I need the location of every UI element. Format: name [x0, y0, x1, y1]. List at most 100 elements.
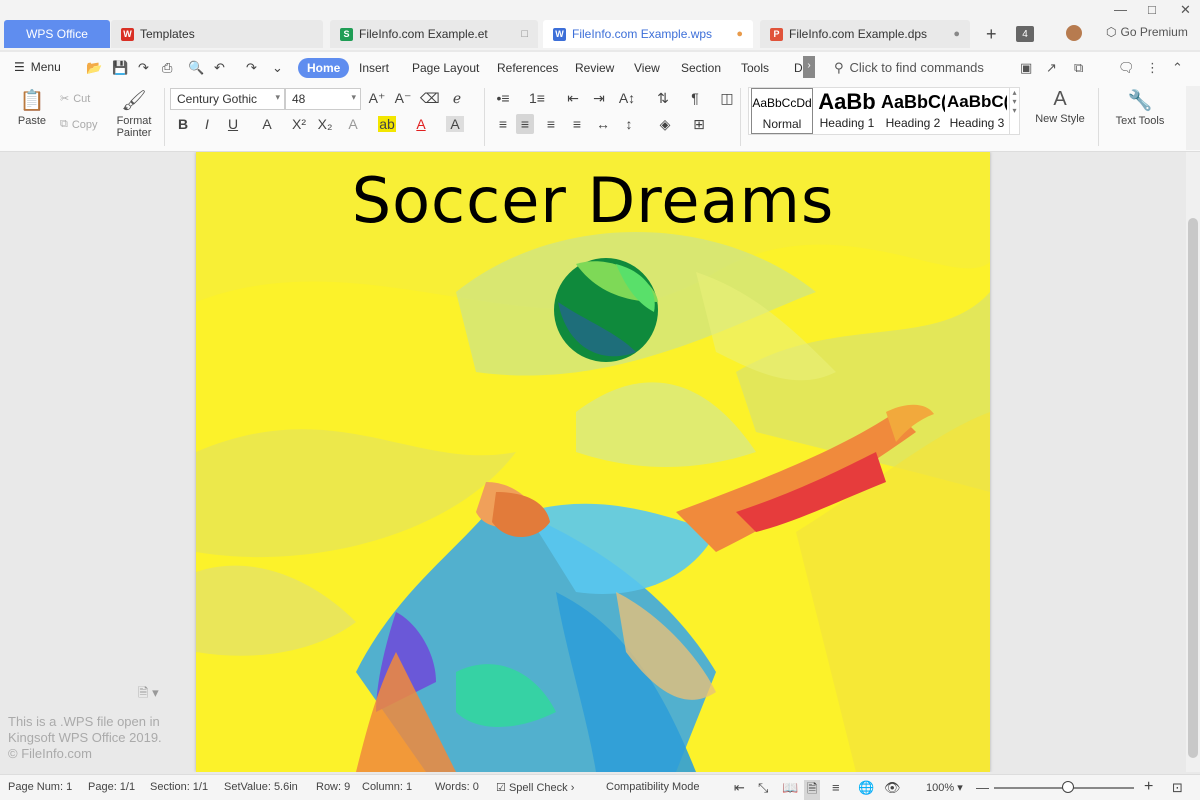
export-icon[interactable]: ⧉ [1074, 60, 1083, 76]
status-words[interactable]: Words: 0 [435, 781, 479, 793]
show-marks-icon[interactable]: ¶ [686, 90, 704, 106]
more-icon[interactable]: ⌄ [272, 60, 283, 76]
collapse-ribbon-icon[interactable]: ⌃ [1172, 60, 1183, 76]
tab-page-layout[interactable]: Page Layout [403, 58, 488, 78]
reading-view-icon[interactable]: 📖 [782, 780, 798, 796]
web-view-icon[interactable]: 🌐 [858, 780, 874, 796]
superscript-icon[interactable]: X² [290, 116, 308, 132]
redo-icon[interactable]: ↷ [246, 60, 257, 76]
shrink-font-icon[interactable]: A⁻ [394, 90, 412, 107]
bold-icon[interactable]: B [174, 116, 192, 132]
style-normal[interactable]: AaBbCcDd Normal [751, 88, 813, 134]
status-section[interactable]: Section: 1/1 [150, 781, 208, 793]
font-color-icon[interactable]: A [412, 116, 430, 132]
italic-icon[interactable]: I [198, 116, 216, 132]
tab-templates[interactable]: W Templates [111, 20, 323, 48]
tab-spreadsheet[interactable]: S FileInfo.com Example.et □ [330, 20, 538, 48]
text-outline-icon[interactable]: A [344, 116, 362, 132]
zoom-slider-handle[interactable] [1062, 781, 1074, 793]
export-icon[interactable]: ↷ [138, 60, 149, 76]
font-family-select[interactable]: Century Gothic ▾ [170, 88, 285, 110]
document-page[interactable]: Soccer Dreams [196, 152, 990, 772]
full-screen-icon[interactable]: ⤡ [758, 780, 768, 796]
distribute-icon[interactable]: ↔ [594, 116, 612, 132]
status-setvalue[interactable]: SetValue: 5.6in [224, 781, 298, 793]
status-page-num[interactable]: Page Num: 1 [8, 781, 72, 793]
eye-protection-icon[interactable]: 👁 [884, 780, 901, 796]
comment-icon[interactable]: 🗨 [1118, 60, 1135, 76]
cut-button[interactable]: ✂ Cut [60, 92, 90, 106]
status-column[interactable]: Column: 1 [362, 781, 412, 793]
copy-button[interactable]: ⧉ Copy [60, 118, 98, 131]
sort-icon[interactable]: ⇅ [654, 90, 672, 107]
tab-tools[interactable]: Tools [732, 58, 778, 78]
tab-review[interactable]: Review [566, 58, 623, 78]
ribbon-scroll[interactable] [1186, 86, 1200, 150]
spell-check-button[interactable]: ☑ Spell Check › [496, 781, 574, 794]
underline-icon[interactable]: U [224, 116, 242, 132]
new-tab-icon[interactable]: + [986, 24, 997, 45]
borders-icon[interactable]: ◫ [718, 90, 736, 107]
document-icon[interactable]: 🗎 ▾ [138, 684, 159, 706]
zoom-in-icon[interactable]: + [1144, 778, 1153, 796]
close-window-icon[interactable]: ✕ [1180, 2, 1191, 18]
avatar[interactable] [1066, 25, 1082, 41]
tab-wps-office[interactable]: WPS Office [4, 20, 110, 48]
page-view-icon[interactable]: 🗎 [804, 780, 821, 800]
justify-icon[interactable]: ≡ [568, 116, 586, 132]
menu-button[interactable]: ☰ Menu [14, 60, 61, 74]
maximize-icon[interactable]: □ [1148, 2, 1156, 17]
paste-button[interactable]: 📋 Paste [12, 88, 52, 127]
tab-document-active[interactable]: W FileInfo.com Example.wps ● [543, 20, 753, 48]
styles-scroll[interactable]: ▴ ▾ ▾ [1009, 88, 1019, 134]
print-icon[interactable]: ⎙ [162, 60, 172, 76]
find-commands-input[interactable]: ⚲ Click to find commands [834, 60, 984, 76]
save-icon[interactable]: 💾 [112, 60, 128, 76]
align-left-icon[interactable]: ≡ [494, 116, 512, 132]
zoom-out-icon[interactable]: — [976, 780, 989, 795]
style-heading-3[interactable]: AaBbC( Heading 3 [947, 88, 1007, 134]
outline-view-icon[interactable]: ≡ [832, 780, 840, 795]
numbering-icon[interactable]: 1≡ [528, 90, 546, 106]
tab-insert[interactable]: Insert [350, 58, 398, 78]
more-options-icon[interactable]: ⋮ [1146, 60, 1159, 76]
subscript-icon[interactable]: X₂ [316, 116, 334, 132]
tab-references[interactable]: References [488, 58, 567, 78]
decrease-indent-icon[interactable]: ⇤ [564, 90, 582, 107]
tab-count-badge[interactable]: 4 [1016, 26, 1034, 42]
tab-home[interactable]: Home [298, 58, 350, 78]
char-shading-icon[interactable]: A [446, 116, 464, 132]
document-title[interactable]: Soccer Dreams [196, 164, 990, 237]
font-size-select[interactable]: 48 ▾ [285, 88, 361, 110]
highlight-icon[interactable]: ab [378, 116, 396, 132]
text-direction-icon[interactable]: A↕ [618, 90, 636, 106]
undo-icon[interactable]: ↶ [214, 60, 225, 76]
go-premium-button[interactable]: ⬡ Go Premium [1106, 25, 1188, 39]
align-center-icon[interactable]: ≡ [516, 114, 534, 134]
scrollbar-thumb[interactable] [1188, 218, 1198, 758]
align-right-icon[interactable]: ≡ [542, 116, 560, 132]
table-borders-icon[interactable]: ⊞ [690, 116, 708, 133]
tab-presentation[interactable]: P FileInfo.com Example.dps ● [760, 20, 970, 48]
vertical-scrollbar[interactable] [1186, 152, 1200, 772]
line-spacing-icon[interactable]: ↕ [620, 116, 638, 132]
tab-section[interactable]: Section [672, 58, 730, 78]
bullets-icon[interactable]: •≡ [494, 90, 512, 106]
minimize-icon[interactable]: — [1114, 2, 1127, 17]
text-effects-icon[interactable]: ℯ [448, 90, 466, 107]
clear-format-icon[interactable]: ⌫ [420, 90, 440, 107]
share-icon[interactable]: ↗ [1046, 60, 1057, 76]
fit-window-icon[interactable]: ⊡ [1172, 780, 1183, 796]
format-painter-button[interactable]: 🖌 Format Painter [112, 88, 156, 139]
header-footer-icon[interactable]: ⇤ [734, 780, 745, 796]
strikethrough-icon[interactable]: A [258, 116, 276, 132]
open-folder-icon[interactable]: 📂 [86, 60, 102, 76]
tab-view[interactable]: View [625, 58, 669, 78]
zoom-level[interactable]: 100% ▾ [926, 781, 963, 794]
shading-icon[interactable]: ◈ [656, 116, 674, 133]
style-heading-1[interactable]: AaBb Heading 1 [815, 88, 879, 134]
video-icon[interactable]: ▣ [1020, 60, 1032, 76]
text-tools-button[interactable]: 🔧 Text Tools [1108, 88, 1172, 127]
grow-font-icon[interactable]: A⁺ [368, 90, 386, 107]
new-style-button[interactable]: A New Style [1030, 88, 1090, 125]
